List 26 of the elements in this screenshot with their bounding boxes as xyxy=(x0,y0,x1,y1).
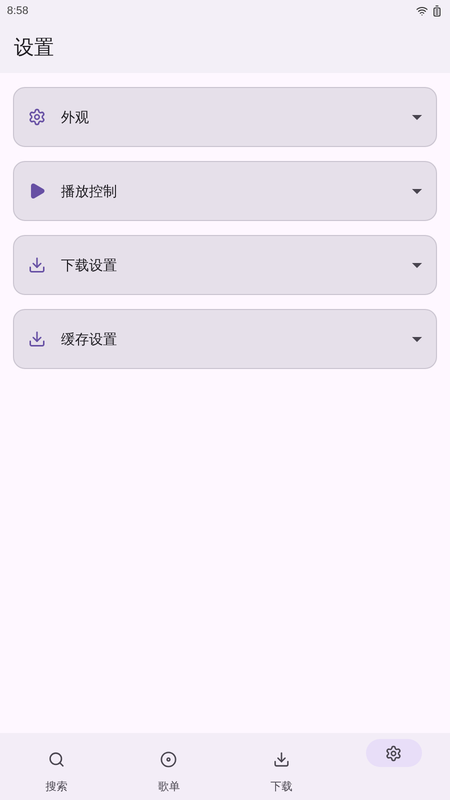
settings-section[interactable]: 缓存设置 xyxy=(13,309,437,369)
status-time: 8:58 xyxy=(7,4,28,19)
search-icon xyxy=(48,750,65,768)
section-label: 缓存设置 xyxy=(61,330,118,348)
section-label: 下载设置 xyxy=(61,256,118,274)
page-title: 设置 xyxy=(14,36,54,60)
play-icon xyxy=(28,182,46,200)
section-label: 播放控制 xyxy=(61,182,118,200)
dropdown-caret-icon xyxy=(412,114,422,120)
battery-icon xyxy=(431,5,443,17)
gear-icon xyxy=(28,108,46,126)
disc-icon xyxy=(160,750,178,768)
gear-icon xyxy=(385,744,402,762)
dropdown-caret-icon xyxy=(412,188,422,194)
download-icon xyxy=(28,330,46,348)
settings-section[interactable]: 播放控制 xyxy=(13,161,437,221)
dropdown-caret-icon xyxy=(412,336,422,342)
download-icon xyxy=(28,256,46,274)
nav-tab[interactable]: 歌单 xyxy=(112,733,225,800)
settings-section[interactable]: 下载设置 xyxy=(13,235,437,295)
nav-tab[interactable]: 搜索 xyxy=(0,733,112,800)
nav-tab[interactable]: 下载 xyxy=(225,733,338,800)
settings-section[interactable]: 外观 xyxy=(13,87,437,147)
section-label: 外观 xyxy=(61,108,90,126)
download-icon xyxy=(272,750,290,768)
dropdown-caret-icon xyxy=(412,262,422,268)
